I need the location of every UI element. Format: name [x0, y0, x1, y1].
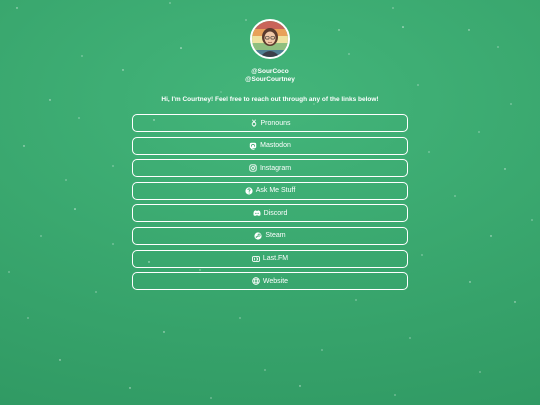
link-button-instagram[interactable]: Instagram [132, 159, 408, 178]
link-label-mastodon: Mastodon [260, 142, 291, 150]
link-label-ask-me-stuff: Ask Me Stuff [255, 187, 296, 195]
avatar [250, 19, 290, 59]
link-label-pronouns: Pronouns [260, 119, 291, 127]
link-button-mastodon[interactable]: Mastodon [132, 136, 408, 155]
lastfm-icon [251, 255, 260, 263]
discord-icon [253, 209, 261, 217]
link-button-pronouns[interactable]: Pronouns [132, 114, 408, 132]
link-button-ask-me-stuff[interactable]: Ask Me Stuff [132, 181, 408, 200]
link-label-steam: Steam [265, 232, 286, 240]
steam-icon [254, 232, 262, 240]
link-label-lastfm: Last.FM [262, 255, 289, 263]
globe-icon [252, 277, 260, 285]
link-label-instagram: Instagram [259, 164, 292, 172]
link-button-discord[interactable]: Discord [132, 204, 408, 223]
link-label-discord: Discord [263, 209, 288, 217]
profile-handle-primary: @SourCoco [251, 68, 289, 75]
question-icon [245, 187, 253, 195]
profile-bio: Hi, I'm Courtney! Feel free to reach out… [161, 96, 379, 103]
link-button-lastfm[interactable]: Last.FM [132, 249, 408, 268]
link-label-website: Website [262, 277, 289, 285]
mastodon-icon [249, 142, 257, 150]
gender-icon [250, 119, 258, 127]
link-button-website[interactable]: Website [132, 272, 408, 291]
link-button-steam[interactable]: Steam [132, 226, 408, 245]
instagram-icon [249, 164, 257, 172]
link-list: Pronouns Mastodon Instagram Ask Me Stuff [132, 114, 408, 295]
profile-page: @SourCoco @SourCourtney Hi, I'm Courtney… [0, 0, 540, 405]
profile-handle-secondary: @SourCourtney [245, 76, 295, 83]
